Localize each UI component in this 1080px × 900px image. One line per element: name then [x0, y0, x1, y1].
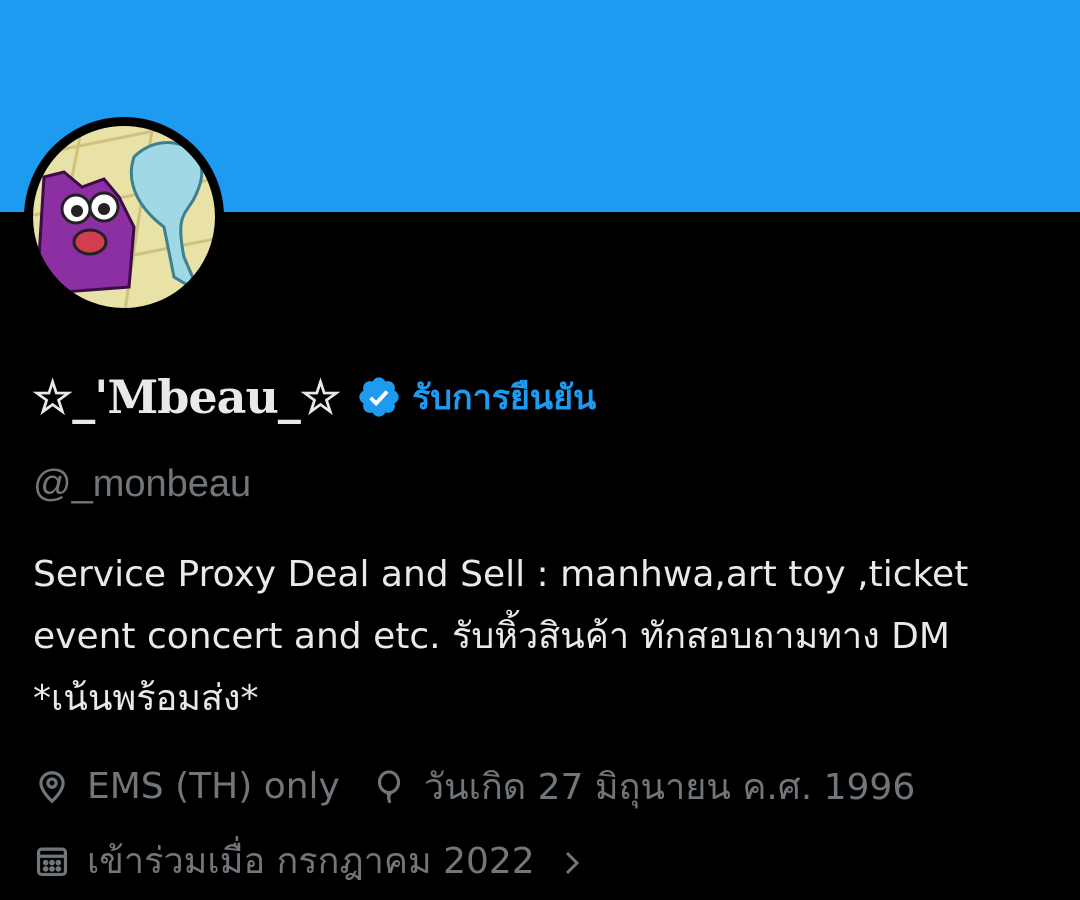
profile-joined-row[interactable]: เข้าร่วมเมื่อ กรกฎาคม 2022: [33, 832, 587, 889]
chevron-right-icon[interactable]: [557, 846, 587, 876]
display-name: ☆_'Mbeau_☆: [32, 370, 341, 424]
profile-name-row: ☆_'Mbeau_☆ รับการยืนยัน: [32, 362, 596, 432]
profile-joined: เข้าร่วมเมื่อ กรกฎาคม 2022: [87, 841, 535, 882]
get-verified-link[interactable]: รับการยืนยัน: [412, 370, 596, 424]
balloon-icon: [370, 768, 408, 806]
avatar[interactable]: [24, 117, 224, 317]
location-pin-icon: [33, 768, 71, 806]
profile-location: EMS (TH) only: [87, 766, 340, 807]
profile-handle: @_monbeau: [33, 463, 252, 505]
profile-bio: Service Proxy Deal and Sell : manhwa,art…: [33, 554, 969, 719]
profile-birthday: วันเกิด 27 มิถุนายน ค.ศ. 1996: [423, 767, 916, 808]
calendar-icon: [33, 842, 71, 880]
verified-badge-icon[interactable]: [356, 374, 402, 420]
profile-meta-row: EMS (TH) only วันเกิด 27 มิถุนายน ค.ศ. 1…: [33, 758, 915, 815]
